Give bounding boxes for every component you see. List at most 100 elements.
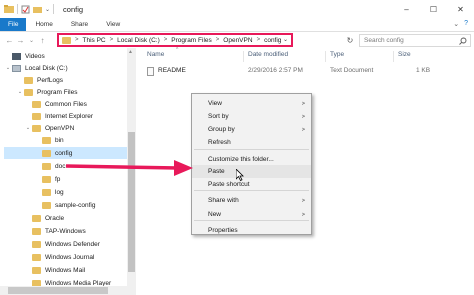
tree-item-label: Windows Defender (45, 240, 100, 248)
chevron-down-icon[interactable]: ⌄ (24, 125, 32, 131)
video-icon (12, 52, 21, 60)
back-button[interactable]: ← (4, 34, 15, 46)
quick-access-dropdown[interactable]: ⌄ (45, 6, 50, 13)
menu-item-label: View (208, 100, 222, 107)
tree-item-label: Common Files (45, 100, 87, 108)
file-row[interactable]: README 2/29/2016 2:57 PM Text Document 1… (136, 65, 474, 77)
column-divider[interactable] (243, 51, 244, 62)
search-input[interactable] (364, 37, 456, 44)
new-folder-icon[interactable] (33, 5, 42, 14)
chevron-right-icon: > (301, 126, 305, 133)
folder-icon (62, 36, 71, 44)
recent-locations-dropdown[interactable]: ⌄ (26, 34, 37, 46)
tree-item[interactable]: Common Files (24, 98, 87, 110)
refresh-button[interactable]: ↻ (344, 35, 356, 46)
breadcrumb-config[interactable]: config (264, 37, 281, 44)
folder-icon (32, 100, 41, 108)
search-box[interactable] (359, 34, 471, 47)
menu-item-share-with[interactable]: Share with > (192, 194, 311, 207)
properties-icon[interactable] (21, 5, 30, 14)
menu-item-sort-by[interactable]: Sort by > (192, 110, 311, 123)
tab-home[interactable]: Home (26, 18, 61, 31)
tree-item[interactable]: PerfLogs (16, 74, 63, 86)
tree-item-label: PerfLogs (37, 76, 64, 84)
navigation-row: ← → ⌄ ↑ > This PC > Local Disk (C:) > Pr… (0, 32, 474, 48)
chevron-down-icon[interactable]: ⌄ (16, 89, 24, 95)
menu-separator (194, 190, 309, 191)
breadcrumb-this-pc[interactable]: This PC (83, 37, 106, 44)
up-button[interactable]: ↑ (37, 34, 48, 46)
horizontal-scrollbar[interactable] (0, 286, 136, 295)
chevron-right-icon: > (301, 100, 305, 107)
maximize-button[interactable]: ☐ (420, 0, 447, 18)
chevron-right-icon[interactable]: > (164, 37, 168, 43)
scroll-up-icon[interactable]: ▲ (128, 49, 133, 55)
address-bar[interactable]: > This PC > Local Disk (C:) > Program Fi… (57, 33, 293, 47)
chevron-right-icon[interactable]: > (110, 37, 114, 43)
tree-item[interactable]: TAP-Windows (24, 225, 86, 237)
search-icon[interactable] (459, 37, 467, 45)
tree-item[interactable]: ⌄ OpenVPN (24, 122, 74, 134)
menu-item-paste[interactable]: Paste (192, 165, 311, 178)
column-divider[interactable] (325, 51, 326, 62)
forward-button[interactable]: → (15, 34, 26, 46)
column-header-size[interactable]: Size (398, 51, 411, 61)
tab-share[interactable]: Share (62, 18, 97, 31)
breadcrumb-program-files[interactable]: Program Files (171, 37, 211, 44)
tree-item[interactable]: Oracle (24, 212, 64, 224)
column-header-date[interactable]: Date modified (248, 51, 288, 61)
tree-item[interactable]: sample-config (34, 199, 95, 211)
breadcrumb-local-disk[interactable]: Local Disk (C:) (117, 37, 160, 44)
tree-item[interactable]: Internet Explorer (24, 110, 93, 122)
column-header-name[interactable]: Name (147, 51, 164, 61)
menu-item-label: Sort by (208, 113, 229, 120)
chevron-right-icon[interactable]: > (216, 37, 220, 43)
help-icon[interactable]: ? (464, 20, 468, 28)
menu-item-label: Share with (208, 197, 239, 204)
expand-ribbon-icon[interactable]: ⌄ (453, 20, 459, 28)
tree-item[interactable]: fp (34, 173, 60, 185)
file-date: 2/29/2016 2:57 PM (248, 67, 303, 74)
tree-item[interactable]: Windows Journal (24, 251, 95, 263)
menu-item-group-by[interactable]: Group by > (192, 123, 311, 136)
scrollbar-thumb[interactable] (128, 132, 135, 272)
tab-view[interactable]: View (97, 18, 129, 31)
tree-item[interactable]: ⌄ Program Files (16, 86, 77, 98)
chevron-down-icon[interactable]: ⌄ (4, 65, 12, 71)
folder-icon (42, 149, 51, 157)
tree-item[interactable]: log (34, 186, 64, 198)
navigation-scrollbar[interactable]: ▲ (127, 48, 136, 295)
tree-item[interactable]: Windows Defender (24, 238, 100, 250)
column-header-type[interactable]: Type (330, 51, 344, 61)
tree-item[interactable]: ⌄ Local Disk (C:) (4, 62, 68, 74)
tree-item-label: log (55, 188, 64, 196)
tree-item-label: Oracle (45, 214, 65, 222)
tree-item-label: Windows Mail (45, 266, 86, 274)
folder-icon (42, 201, 51, 209)
address-dropdown-icon[interactable]: ⌄ (283, 36, 288, 43)
scrollbar-thumb[interactable] (8, 287, 108, 294)
breadcrumb-openvpn[interactable]: OpenVPN (223, 37, 252, 44)
file-name: README (158, 67, 186, 74)
chevron-right-icon[interactable]: > (75, 37, 79, 43)
tab-file[interactable]: File (0, 18, 27, 31)
chevron-right-icon[interactable]: > (257, 37, 261, 43)
tree-item[interactable]: bin (34, 134, 64, 146)
column-divider[interactable] (393, 51, 394, 62)
tree-item-label: TAP-Windows (45, 227, 86, 235)
menu-item-properties[interactable]: Properties (192, 224, 311, 237)
close-button[interactable]: ✕ (447, 0, 474, 18)
text-file-icon (147, 67, 154, 76)
menu-item-label: Refresh (208, 139, 231, 146)
menu-item-refresh[interactable]: Refresh (192, 136, 311, 149)
chevron-right-icon: > (301, 211, 305, 218)
menu-item-view[interactable]: View > (192, 97, 311, 110)
menu-separator (194, 220, 309, 221)
tree-item[interactable]: Videos (4, 50, 45, 62)
tree-item[interactable]: config (4, 147, 127, 159)
minimize-button[interactable]: – (393, 0, 420, 18)
tree-item[interactable]: doc (34, 160, 65, 172)
folder-icon (42, 136, 51, 144)
tree-item[interactable]: Windows Mail (24, 264, 85, 276)
menu-item-label: Properties (208, 227, 238, 234)
